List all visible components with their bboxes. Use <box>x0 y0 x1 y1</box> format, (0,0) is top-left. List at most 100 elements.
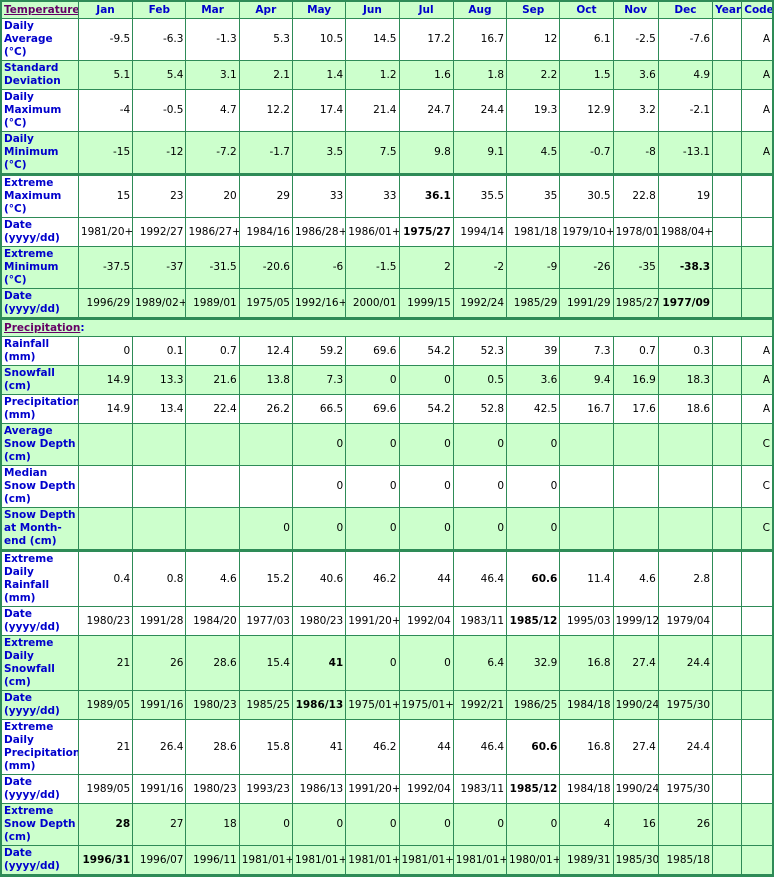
month-value-cell: 1984/18 <box>559 690 614 720</box>
month-value-cell: 17.2 <box>398 18 454 61</box>
month-value-cell: 1979/10+ <box>559 217 614 247</box>
month-value-cell: 0.5 <box>452 365 508 395</box>
month-value-cell: 22.4 <box>185 394 240 424</box>
year-cell <box>712 803 743 846</box>
month-value-cell: -8 <box>612 131 659 176</box>
month-value-cell: 1975/05 <box>238 288 293 320</box>
month-value-cell: 1985/12 <box>506 606 561 636</box>
month-value-cell: 1989/01 <box>185 288 240 320</box>
month-value-cell: 66.5 <box>291 394 347 424</box>
month-value-cell <box>185 423 240 466</box>
month-value-cell: 0 <box>398 365 454 395</box>
code-cell: A <box>741 336 774 366</box>
month-value-cell: 1.6 <box>398 60 454 90</box>
table-row: Daily Minimum (°C) -15 -12 -7.2 -1.7 3.5 7.5 9.… <box>0 131 774 176</box>
month-value-cell: 1985/30 <box>612 845 659 877</box>
code-header: Code <box>741 0 774 19</box>
month-value-cell: 1986/28+ <box>291 217 347 247</box>
month-value-cell: 1975/27 <box>398 217 454 247</box>
year-cell <box>712 174 743 218</box>
month-value-cell: 15.8 <box>238 719 293 775</box>
month-header: Apr <box>238 0 293 19</box>
month-value-cell: 0 <box>345 423 400 466</box>
row-label: Standard Deviation <box>0 60 79 90</box>
row-label: Date (yyyy/dd) <box>0 845 79 877</box>
climate-normals-table: Temperature: Jan Feb Mar Apr May Jun Jul… <box>0 0 774 877</box>
month-value-cell: 1984/20 <box>185 606 240 636</box>
month-value-cell: 0 <box>398 635 454 691</box>
month-value-cell: 18 <box>185 803 240 846</box>
precipitation-section-label: Precipitation: <box>0 318 774 337</box>
month-header: Dec <box>657 0 714 19</box>
month-value-cell: 0.7 <box>185 336 240 366</box>
month-value-cell <box>132 423 187 466</box>
month-header: Jun <box>345 0 400 19</box>
month-value-cell: 0 <box>238 803 293 846</box>
month-value-cell: 1988/04+ <box>657 217 714 247</box>
month-value-cell: 7.5 <box>345 131 400 176</box>
month-value-cell: 17.4 <box>291 89 347 132</box>
month-value-cell: 1992/24 <box>452 288 508 320</box>
table-row: Extreme Snow Depth (cm) 28 27 18 0 0 0 0 0 0 4 16 26 <box>0 803 774 846</box>
row-label: Daily Average (°C) <box>0 18 79 61</box>
month-value-cell: 4.5 <box>506 131 561 176</box>
month-value-cell: -7.2 <box>185 131 240 176</box>
month-value-cell: 1996/31 <box>77 845 134 877</box>
month-value-cell: 46.4 <box>452 550 508 607</box>
month-value-cell: 3.1 <box>185 60 240 90</box>
month-value-cell <box>657 465 714 508</box>
month-value-cell <box>612 465 659 508</box>
code-cell: A <box>741 89 774 132</box>
month-value-cell: -38.3 <box>657 246 714 289</box>
month-value-cell: 1992/16+ <box>291 288 347 320</box>
month-value-cell: -4 <box>77 89 134 132</box>
month-value-cell: 52.3 <box>452 336 508 366</box>
temperature-section-header: Temperature: <box>0 0 79 19</box>
month-value-cell: 60.6 <box>506 719 561 775</box>
month-value-cell: 1995/03 <box>559 606 614 636</box>
code-cell: A <box>741 18 774 61</box>
month-value-cell: 1992/04 <box>398 606 454 636</box>
month-value-cell: 16.9 <box>612 365 659 395</box>
month-value-cell: 9.4 <box>559 365 614 395</box>
month-value-cell: 1989/05 <box>77 690 134 720</box>
month-value-cell: 4.6 <box>185 550 240 607</box>
month-value-cell: 30.5 <box>559 174 614 218</box>
month-value-cell: 3.2 <box>612 89 659 132</box>
month-value-cell: 1986/27+ <box>185 217 240 247</box>
precipitation-section: Rainfall (mm) 0 0.1 0.7 12.4 59.2 69.6 54.2 52.3… <box>0 336 774 877</box>
month-value-cell: 1980/23 <box>185 690 240 720</box>
month-value-cell: 35 <box>506 174 561 218</box>
month-value-cell: -15 <box>77 131 134 176</box>
month-value-cell: 41 <box>291 719 347 775</box>
month-value-cell: 24.4 <box>657 635 714 691</box>
table-row: Extreme Maximum (°C) 15 23 20 29 33 33 36.1 35.5… <box>0 174 774 218</box>
year-cell <box>712 719 743 775</box>
month-value-cell: -31.5 <box>185 246 240 289</box>
month-value-cell: 28.6 <box>185 719 240 775</box>
month-value-cell: 21.4 <box>345 89 400 132</box>
month-value-cell: 21 <box>77 719 134 775</box>
precipitation-link[interactable]: Precipitation <box>4 322 80 334</box>
month-value-cell: 1996/29 <box>77 288 134 320</box>
month-value-cell <box>132 507 187 552</box>
code-cell: C <box>741 465 774 508</box>
year-cell <box>712 131 743 176</box>
month-value-cell: 1991/16 <box>132 690 187 720</box>
year-cell <box>712 507 743 552</box>
month-value-cell: 7.3 <box>291 365 347 395</box>
month-value-cell: 24.7 <box>398 89 454 132</box>
temperature-link[interactable]: Temperature <box>4 4 77 16</box>
month-value-cell: 2 <box>398 246 454 289</box>
code-cell <box>741 635 774 691</box>
month-value-cell: 1992/27 <box>132 217 187 247</box>
month-value-cell: 11.4 <box>559 550 614 607</box>
month-value-cell: 3.6 <box>612 60 659 90</box>
month-value-cell: 14.9 <box>77 365 134 395</box>
month-value-cell: 28 <box>77 803 134 846</box>
row-label: Average Snow Depth (cm) <box>0 423 79 466</box>
month-value-cell: 1996/07 <box>132 845 187 877</box>
month-value-cell <box>657 423 714 466</box>
month-value-cell: 0 <box>452 465 508 508</box>
month-value-cell: -1.5 <box>345 246 400 289</box>
